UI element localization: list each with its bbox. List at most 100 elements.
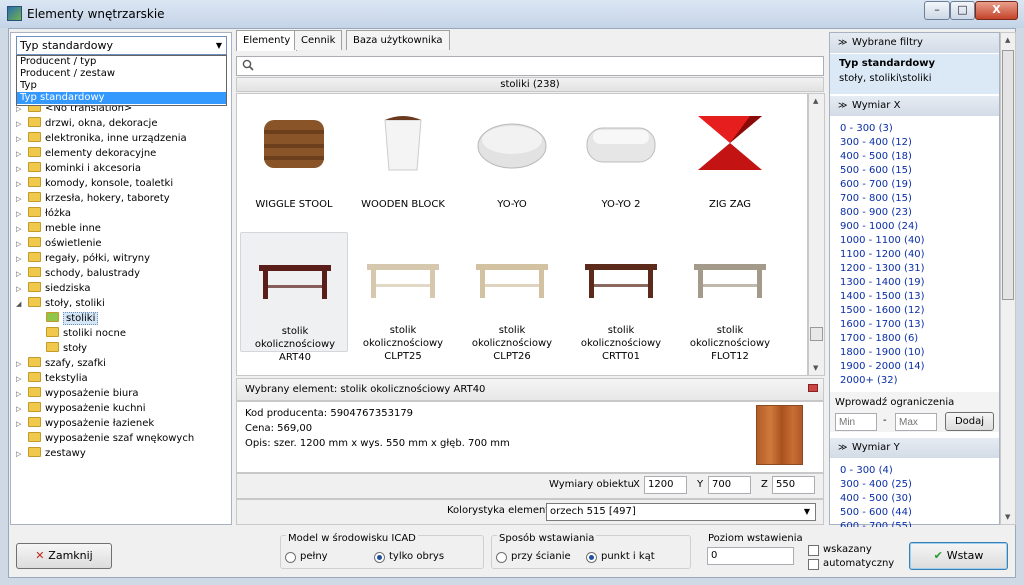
- pointed-checkbox[interactable]: [808, 545, 819, 556]
- z-dimension-input[interactable]: 550: [772, 476, 815, 494]
- product-item[interactable]: stolik okolicznościowy CLPT26: [458, 232, 566, 362]
- max-input[interactable]: [895, 413, 937, 431]
- expand-icon[interactable]: ▷: [16, 117, 24, 132]
- dropdown-option[interactable]: Producent / zestaw: [17, 68, 226, 80]
- tree-item[interactable]: ▷ łóżka: [16, 206, 71, 221]
- filter-range-link[interactable]: 1700 - 1800 (6): [840, 332, 918, 346]
- product-item[interactable]: YO-YO 2: [567, 100, 675, 220]
- product-item[interactable]: stolik okolicznościowy CRTT01: [567, 232, 675, 362]
- tree-subitem[interactable]: stoliki nocne: [34, 326, 126, 341]
- full-model-radio[interactable]: [285, 552, 296, 563]
- expand-icon[interactable]: ▷: [16, 207, 24, 222]
- filter-range-link[interactable]: 1100 - 1200 (40): [840, 248, 925, 262]
- filter-range-link[interactable]: 800 - 900 (23): [840, 206, 912, 220]
- filter-range-link[interactable]: 1000 - 1100 (40): [840, 234, 925, 248]
- product-item[interactable]: stolik okolicznościowy FLOT12: [676, 232, 784, 362]
- chevron-down-icon[interactable]: ▼: [216, 37, 222, 54]
- expand-icon[interactable]: ▷: [16, 447, 24, 462]
- auto-checkbox[interactable]: [808, 559, 819, 570]
- filter-range-link[interactable]: 500 - 600 (15): [840, 164, 912, 178]
- tree-item[interactable]: ▷ wyposażenie kuchni: [16, 401, 146, 416]
- filter-range-link[interactable]: 500 - 600 (44): [840, 506, 912, 520]
- dropdown-option[interactable]: Producent / typ: [17, 56, 226, 68]
- report-icon[interactable]: [808, 384, 818, 392]
- filter-range-link[interactable]: 600 - 700 (19): [840, 178, 912, 192]
- filter-range-link[interactable]: 0 - 300 (3): [840, 122, 893, 136]
- product-item[interactable]: ZIG ZAG: [676, 100, 784, 220]
- tab-cennik[interactable]: Cennik: [294, 30, 343, 50]
- wall-radio[interactable]: [496, 552, 507, 563]
- expanded-icon[interactable]: ◢: [16, 297, 24, 312]
- tree-item[interactable]: ▷ tekstylia: [16, 371, 88, 386]
- filter-range-link[interactable]: 400 - 500 (30): [840, 492, 912, 506]
- filter-range-link[interactable]: 1600 - 1700 (13): [840, 318, 925, 332]
- tree-item[interactable]: ▷ elektronika, inne urządzenia: [16, 131, 187, 146]
- tree-item[interactable]: ▷ szafy, szafki: [16, 356, 106, 371]
- tree-item[interactable]: ▷ kominki i akcesoria: [16, 161, 141, 176]
- x-dimension-input[interactable]: 1200: [644, 476, 687, 494]
- filter-range-link[interactable]: 0 - 300 (4): [840, 464, 893, 478]
- expand-icon[interactable]: ▷: [16, 417, 24, 432]
- tree-item[interactable]: ▷ siedziska: [16, 281, 90, 296]
- tree-item[interactable]: ▷ komody, konsole, toaletki: [16, 176, 173, 191]
- expand-icon[interactable]: ▷: [16, 177, 24, 192]
- filters-scroll-thumb[interactable]: [1002, 50, 1014, 300]
- minimize-button[interactable]: –: [924, 1, 950, 20]
- tree-subitem[interactable]: stoliki: [34, 311, 99, 326]
- dropdown-option[interactable]: Typ: [17, 80, 226, 92]
- expand-icon[interactable]: ▷: [16, 252, 24, 267]
- tree-item[interactable]: ◢ stoły, stoliki: [16, 296, 105, 311]
- filter-range-link[interactable]: 900 - 1000 (24): [840, 220, 918, 234]
- dim-x-header[interactable]: ≫ Wymiar X: [830, 96, 999, 116]
- tree-subitem[interactable]: stoły: [34, 341, 87, 356]
- product-item[interactable]: stolik okolicznościowy ART40: [240, 232, 348, 363]
- filter-range-link[interactable]: 1900 - 2000 (14): [840, 360, 925, 374]
- filter-range-link[interactable]: 1800 - 1900 (10): [840, 346, 925, 360]
- filter-range-link[interactable]: 1300 - 1400 (19): [840, 276, 925, 290]
- color-select[interactable]: orzech 515 [497] ▼: [546, 503, 816, 521]
- expand-icon[interactable]: ▷: [16, 147, 24, 162]
- tree-item[interactable]: ▷ elementy dekoracyjne: [16, 146, 156, 161]
- filter-range-link[interactable]: 2000+ (32): [840, 374, 898, 388]
- chevron-down-icon[interactable]: ▼: [804, 504, 810, 520]
- product-item[interactable]: YO-YO: [458, 100, 566, 220]
- add-limit-button[interactable]: Dodaj: [945, 412, 994, 431]
- selected-filters-header[interactable]: ≫ Wybrane filtry: [830, 33, 999, 53]
- min-input[interactable]: [835, 413, 877, 431]
- expand-icon[interactable]: ▷: [16, 267, 24, 282]
- filter-range-link[interactable]: 1400 - 1500 (13): [840, 290, 925, 304]
- search-input[interactable]: [236, 56, 824, 76]
- dim-y-header[interactable]: ≫ Wymiar Y: [830, 438, 999, 458]
- tab-elementy[interactable]: Elementy: [236, 30, 298, 51]
- product-item[interactable]: WOODEN BLOCK: [349, 100, 457, 220]
- expand-icon[interactable]: ▷: [16, 357, 24, 372]
- expand-icon[interactable]: ▷: [16, 132, 24, 147]
- maximize-button[interactable]: □: [950, 1, 975, 20]
- type-select[interactable]: Typ standardowy ▼: [16, 36, 227, 55]
- tree-item[interactable]: ▷ meble inne: [16, 221, 101, 236]
- dropdown-option-selected[interactable]: Typ standardowy: [17, 92, 226, 104]
- product-item[interactable]: stolik okolicznościowy CLPT25: [349, 232, 457, 362]
- filter-range-link[interactable]: 1500 - 1600 (12): [840, 304, 925, 318]
- expand-icon[interactable]: ▷: [16, 372, 24, 387]
- tree-item[interactable]: ▷ zestawy: [16, 446, 86, 461]
- outline-model-radio[interactable]: [374, 552, 385, 563]
- filter-range-link[interactable]: 700 - 800 (15): [840, 192, 912, 206]
- expand-icon[interactable]: ▷: [16, 387, 24, 402]
- close-window-button[interactable]: X: [975, 1, 1018, 20]
- expand-icon[interactable]: ▷: [16, 222, 24, 237]
- tree-item[interactable]: wyposażenie szaf wnękowych: [16, 431, 194, 446]
- tree-item[interactable]: ▷ drzwi, okna, dekoracje: [16, 116, 157, 131]
- tree-item[interactable]: ▷ schody, balustrady: [16, 266, 140, 281]
- tree-item[interactable]: ▷ regały, półki, witryny: [16, 251, 150, 266]
- expand-icon[interactable]: ▷: [16, 162, 24, 177]
- tree-item[interactable]: ▷ wyposażenie łazienek: [16, 416, 154, 431]
- tab-baza-uzytkownika[interactable]: Baza użytkownika: [346, 30, 450, 50]
- tree-item[interactable]: ▷ wyposażenie biura: [16, 386, 138, 401]
- filter-range-link[interactable]: 300 - 400 (12): [840, 136, 912, 150]
- insert-button[interactable]: ✔ Wstaw: [909, 542, 1008, 570]
- point-angle-radio[interactable]: [586, 552, 597, 563]
- tree-item[interactable]: ▷ krzesła, hokery, taborety: [16, 191, 170, 206]
- expand-icon[interactable]: ▷: [16, 282, 24, 297]
- grid-scroll-thumb[interactable]: [810, 327, 823, 341]
